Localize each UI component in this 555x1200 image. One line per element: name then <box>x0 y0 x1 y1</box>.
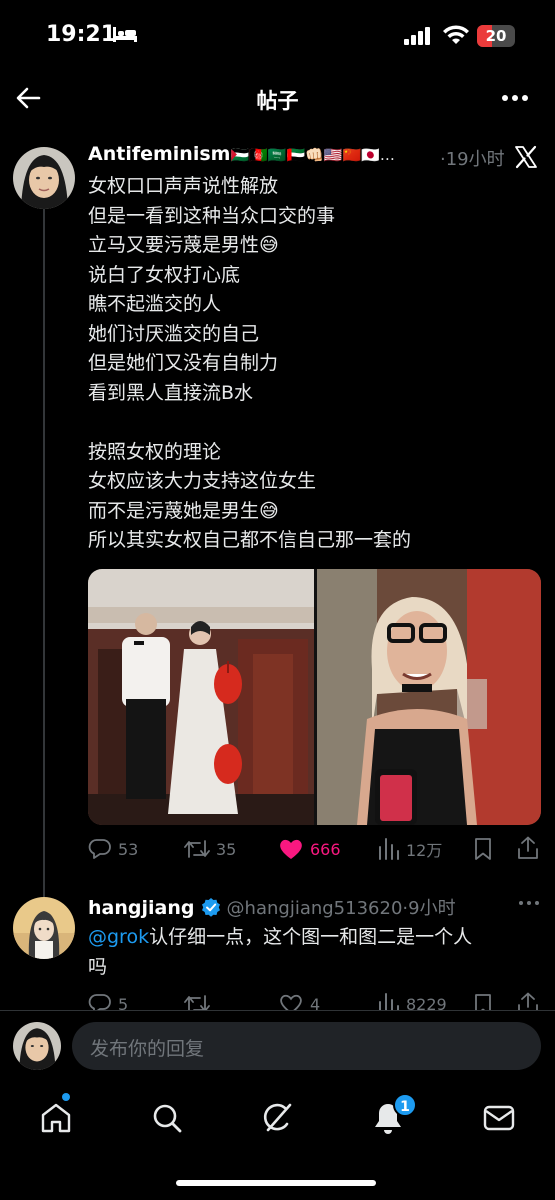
views-chart-icon <box>379 838 399 860</box>
tweet-line: 女权应该大力支持这位女生 <box>88 470 317 492</box>
thread-line <box>43 186 45 900</box>
like-count: 666 <box>310 839 341 859</box>
tweet-line: 看到黑人直接流B水 <box>88 381 254 404</box>
heart-filled-icon <box>280 839 302 859</box>
battery-indicator: 20 <box>477 25 515 47</box>
retweet-icon <box>184 840 210 858</box>
home-icon[interactable] <box>38 1100 74 1136</box>
reply-author-name[interactable]: hangjiang <box>88 897 194 919</box>
views-action[interactable]: 12万 <box>378 834 442 864</box>
wifi-icon <box>443 25 469 44</box>
tweet-line: 但是她们又没有自制力 <box>88 352 279 374</box>
reply-more-options-icon[interactable] <box>518 898 540 908</box>
tweet-line: 瞧不起滥交的人 <box>88 293 222 315</box>
notifications-badge: 1 <box>393 1093 417 1117</box>
tweet-text: 女权口口声声说性解放 但是一看到这种当众口交的事 立马又要污蔑是男性😅 说白了女… <box>88 172 528 556</box>
reply-author-avatar[interactable] <box>13 897 75 959</box>
tweet-line: 而不是污蔑她是男生😅 <box>88 499 279 522</box>
top-nav: 帖子 <box>0 72 555 124</box>
tweet-media <box>88 569 541 825</box>
retweet-action[interactable]: 35 <box>184 834 236 864</box>
x-logo-icon <box>515 145 537 169</box>
tweet-actions: 53 35 666 12万 <box>88 834 548 864</box>
author-flags: 🇵🇸🇦🇫🇸🇦🇦🇪👊🏻🇺🇸🇨🇳🇯🇵… <box>230 146 395 164</box>
sleep-focus-icon <box>113 27 137 42</box>
messages-icon[interactable] <box>481 1100 517 1136</box>
tweet-line: 立马又要污蔑是男性😅 <box>88 234 279 256</box>
author-avatar[interactable] <box>13 147 75 209</box>
reply-action[interactable]: 53 <box>88 834 138 864</box>
tweet-header: Antifeminism🇵🇸🇦🇫🇸🇦🇦🇪👊🏻🇺🇸🇨🇳🇯🇵… ·19小时 <box>88 143 548 173</box>
like-action[interactable]: 666 <box>278 834 341 864</box>
reply-header: hangjiang @hangjiang513620·9小时 <box>88 894 548 920</box>
battery-level: 20 <box>485 27 507 45</box>
search-icon[interactable] <box>149 1100 185 1136</box>
home-indicator[interactable] <box>176 1180 376 1186</box>
media-image-wedding[interactable] <box>88 569 314 825</box>
tweet-line: 所以其实女权自己都不信自己那一套的 <box>88 529 412 551</box>
tweet-time: ·19小时 <box>440 149 505 170</box>
mention-link[interactable]: @grok <box>88 926 149 948</box>
reply-text-line1: 认仔细一点，这个图一和图二是一个人 <box>149 926 473 948</box>
retweet-count: 35 <box>216 839 237 859</box>
grok-icon[interactable] <box>259 1100 295 1136</box>
reply-text-line2: 吗 <box>88 956 108 978</box>
media-image-selfie[interactable] <box>317 569 541 825</box>
author-name[interactable]: Antifeminism <box>88 143 230 165</box>
bookmark-icon[interactable] <box>472 837 494 861</box>
reply-icon <box>88 839 111 859</box>
tweet-line: 但是一看到这种当众口交的事 <box>88 204 336 227</box>
reply-handle-time: @hangjiang513620·9小时 <box>226 898 456 919</box>
my-avatar[interactable] <box>13 1022 61 1070</box>
reply-text: @grok认仔细一点，这个图一和图二是一个人 吗 <box>88 922 538 982</box>
cellular-signal-icon <box>404 27 430 45</box>
views-count: 12万 <box>406 841 443 860</box>
share-icon[interactable] <box>516 836 540 860</box>
more-options-icon[interactable] <box>501 84 529 112</box>
page-title: 帖子 <box>256 89 299 113</box>
tweet-line: 她们讨厌滥交的自己 <box>88 322 260 345</box>
reply-input[interactable]: 发布你的回复 <box>72 1022 541 1070</box>
status-bar: 19:21 20 <box>0 0 555 70</box>
verified-badge-icon <box>201 898 220 917</box>
reply-count: 53 <box>118 839 139 859</box>
tweet-line: 按照女权的理论 <box>88 440 222 463</box>
tweet-line: 女权口口声声说性解放 <box>88 175 279 197</box>
tweet-line: 说白了女权打心底 <box>88 263 241 286</box>
status-time: 19:21 <box>46 22 117 47</box>
home-unread-dot <box>62 1093 70 1101</box>
